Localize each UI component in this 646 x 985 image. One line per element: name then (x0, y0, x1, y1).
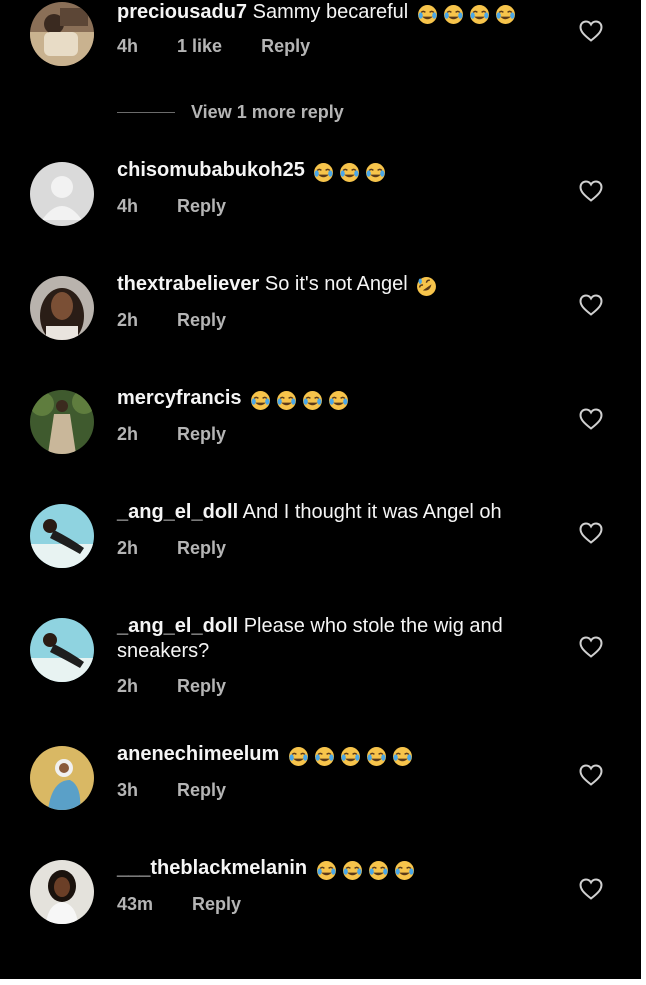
comment-meta: 2h Reply (117, 538, 260, 559)
reply-button[interactable]: Reply (192, 894, 241, 914)
comment-text: anenechimeelum (117, 742, 557, 769)
reply-button[interactable]: Reply (177, 538, 226, 558)
comment-time: 2h (117, 538, 139, 558)
comment-meta: 43m Reply (117, 894, 275, 915)
comment-username[interactable]: preciousadu7 (117, 1, 247, 23)
divider-line (117, 111, 175, 113)
comment-text: ___theblackmelanin (117, 856, 557, 883)
comment-username[interactable]: chisomubabukoh25 (117, 159, 305, 181)
comment-username[interactable]: mercyfrancis (117, 387, 242, 409)
comments-screen: preciousadu7 Sammy becareful 4h 1 like R… (0, 0, 641, 979)
rofl-emoji-icon (416, 274, 442, 299)
comment-meta: 2h Reply (117, 424, 260, 445)
avatar[interactable] (30, 390, 94, 454)
comment-meta: 2h Reply (117, 310, 260, 331)
view-more-replies-button[interactable]: View 1 more reply (117, 100, 344, 124)
comment-username[interactable]: ___theblackmelanin (117, 857, 307, 879)
heart-icon[interactable] (579, 408, 603, 430)
comment-body: And I thought it was Angel oh (242, 501, 502, 523)
reply-button[interactable]: Reply (261, 36, 310, 56)
comment-meta: 4h Reply (117, 196, 260, 217)
reply-button[interactable]: Reply (177, 780, 226, 800)
laugh-emoji-icon (288, 744, 418, 769)
comment-time: 43m (117, 894, 154, 914)
comment-text: chisomubabukoh25 (117, 158, 557, 185)
comment-time: 3h (117, 780, 139, 800)
comment-time: 2h (117, 310, 139, 330)
laugh-emoji-icon (417, 2, 521, 27)
comment-body: So it's not Angel (264, 273, 408, 295)
avatar[interactable] (30, 618, 94, 682)
comment-meta: 4h 1 like Reply (117, 36, 344, 57)
like-count[interactable]: 1 like (177, 36, 222, 56)
comment-username[interactable]: anenechimeelum (117, 743, 279, 765)
heart-icon[interactable] (579, 294, 603, 316)
heart-icon[interactable] (579, 636, 603, 658)
comment-text: preciousadu7 Sammy becareful (117, 0, 557, 27)
comment-time: 4h (117, 196, 139, 216)
comment-username[interactable]: _ang_el_doll (117, 501, 238, 523)
heart-icon[interactable] (579, 764, 603, 786)
avatar[interactable] (30, 860, 94, 924)
laugh-emoji-icon (316, 858, 420, 883)
heart-icon[interactable] (579, 180, 603, 202)
avatar[interactable] (30, 504, 94, 568)
comment-text: _ang_el_doll And I thought it was Angel … (117, 500, 557, 525)
view-more-label: View 1 more reply (191, 101, 344, 122)
avatar[interactable] (30, 2, 94, 66)
avatar[interactable] (30, 276, 94, 340)
heart-icon[interactable] (579, 878, 603, 900)
comment-text: mercyfrancis (117, 386, 557, 413)
reply-button[interactable]: Reply (177, 310, 226, 330)
comment-time: 2h (117, 676, 139, 696)
comment-username[interactable]: thextrabeliever (117, 273, 259, 295)
laugh-emoji-icon (313, 160, 391, 185)
comment-text: thextrabeliever So it's not Angel (117, 272, 557, 299)
comment-meta: 3h Reply (117, 780, 260, 801)
comment-text: _ang_el_doll Please who stole the wig an… (117, 614, 557, 664)
comment-time: 4h (117, 36, 139, 56)
comment-time: 2h (117, 424, 139, 444)
comment-body: Sammy becareful (252, 1, 409, 23)
reply-button[interactable]: Reply (177, 424, 226, 444)
laugh-emoji-icon (250, 388, 354, 413)
reply-button[interactable]: Reply (177, 196, 226, 216)
heart-icon[interactable] (579, 522, 603, 544)
reply-button[interactable]: Reply (177, 676, 226, 696)
avatar[interactable] (30, 746, 94, 810)
default-avatar-icon[interactable] (30, 162, 94, 226)
comment-username[interactable]: _ang_el_doll (117, 615, 238, 637)
heart-icon[interactable] (579, 20, 603, 42)
comment-meta: 2h Reply (117, 676, 260, 697)
